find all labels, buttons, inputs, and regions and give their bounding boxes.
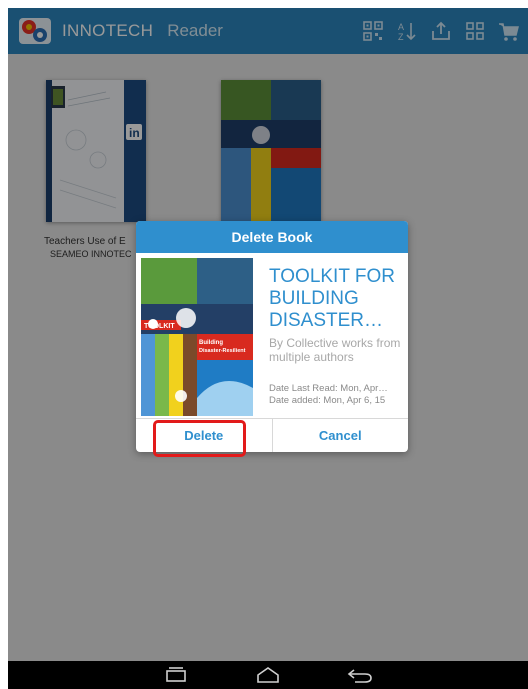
date-last-read: Date Last Read: Mon, Apr… <box>269 383 388 394</box>
delete-book-dialog: Delete Book TOOLKIT Building Disaster-Re… <box>136 221 408 452</box>
home-icon[interactable] <box>253 666 283 684</box>
svg-text:Building: Building <box>199 340 223 346</box>
date-added: Date added: Mon, Apr 6, 15 <box>269 395 386 406</box>
recent-apps-icon[interactable] <box>161 666 191 684</box>
back-icon[interactable] <box>345 666 375 684</box>
dialog-book-title: TOOLKIT FOR BUILDING DISASTER… <box>269 266 395 331</box>
dialog-book-author: By Collective works from multiple author… <box>269 336 401 364</box>
svg-text:Disaster-Resilient: Disaster-Resilient <box>199 348 246 354</box>
delete-button-highlight <box>153 420 246 457</box>
dialog-title: Delete Book <box>136 221 408 253</box>
dialog-book-dates: Date Last Read: Mon, Apr… Date added: Mo… <box>269 383 404 407</box>
cancel-button[interactable]: Cancel <box>271 419 409 452</box>
system-navigation-bar <box>8 661 528 689</box>
app-screen: INNOTECH Reader A Z in Teachers Use of E… <box>8 8 528 689</box>
dialog-book-cover: TOOLKIT Building Disaster-Resilient <box>141 258 253 416</box>
